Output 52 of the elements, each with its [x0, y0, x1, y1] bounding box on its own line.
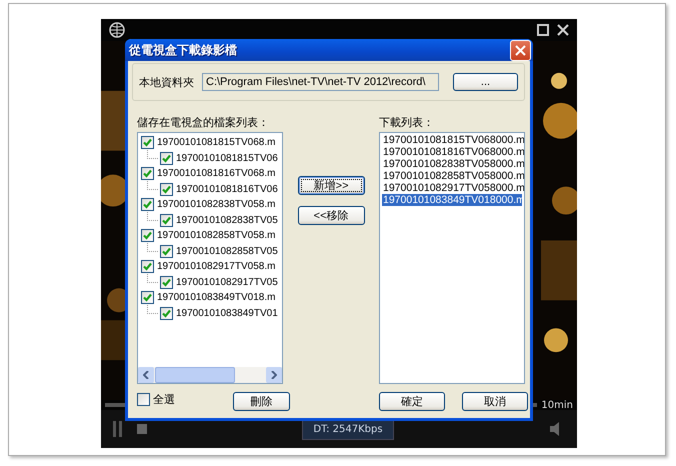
checkbox[interactable] [141, 136, 154, 150]
download-item[interactable]: 19700101082838TV058000.m [382, 158, 522, 170]
folder-label: 本地資料夾 [139, 76, 194, 90]
checkbox[interactable] [160, 182, 173, 196]
file-item: 19700101081815TV068.m [157, 136, 276, 150]
ok-button[interactable]: 確定 [379, 392, 445, 410]
restore-icon[interactable] [537, 24, 549, 36]
checkbox[interactable] [141, 229, 154, 242]
close-icon [515, 44, 526, 56]
checkbox[interactable] [141, 260, 154, 274]
download-list-label: 下載列表： [379, 116, 435, 131]
scroll-right-icon[interactable] [271, 371, 278, 379]
file-item: 19700101081816TV06 [176, 182, 278, 196]
file-item: 19700101082858TV058.m [157, 229, 276, 242]
file-item: 19700101083849TV018.m [157, 291, 276, 304]
download-item[interactable]: 19700101082858TV058000.m [382, 170, 522, 182]
checkbox[interactable] [160, 214, 173, 227]
download-item[interactable]: 19700101081815TV068000.m [382, 134, 522, 146]
file-item: 19700101082917TV058.m [157, 260, 276, 274]
checkbox[interactable] [137, 393, 150, 406]
file-item: 19700101082838TV05 [176, 214, 278, 227]
file-item: 19700101082858TV05 [176, 244, 278, 258]
globe-icon[interactable] [109, 22, 125, 38]
checkbox[interactable] [160, 244, 173, 258]
file-list-label: 儲存在電視盒的檔案列表： [137, 116, 270, 131]
file-item: 19700101082917TV05 [176, 276, 278, 289]
scroll-left-icon[interactable] [143, 371, 149, 379]
checkbox[interactable] [141, 291, 154, 304]
download-item[interactable]: 19700101082917TV058000.m [382, 182, 522, 194]
checkbox[interactable] [141, 167, 154, 180]
add-button[interactable]: 新增>> [298, 176, 365, 195]
cancel-button[interactable]: 取消 [462, 392, 528, 410]
file-item: 19700101082838TV058.m [157, 198, 276, 212]
remove-button[interactable]: <<移除 [298, 206, 365, 225]
checkbox[interactable] [160, 152, 173, 165]
checkbox[interactable] [141, 198, 154, 212]
duration-label: 10min [541, 400, 573, 410]
file-item: 19700101081815TV06 [176, 152, 278, 165]
browse-button[interactable]: ... [453, 73, 518, 91]
window-title: 從電視盒下載錄影檔 [129, 42, 237, 58]
select-all-label: 全選 [153, 392, 175, 407]
file-item: 19700101081816TV068.m [157, 167, 276, 180]
checkbox[interactable] [160, 306, 173, 320]
file-item: 19700101083849TV01 [176, 306, 278, 320]
close-icon[interactable] [557, 24, 569, 36]
folder-path-field[interactable]: C:\Program Files\net-TV\net-TV 2012\record\ [202, 73, 439, 91]
delete-button[interactable]: 刪除 [233, 392, 290, 410]
checkbox[interactable] [160, 276, 173, 289]
pause-icon[interactable] [113, 421, 123, 437]
close-button[interactable] [510, 40, 531, 60]
download-item[interactable]: 19700101081816TV068000.m [382, 146, 522, 158]
horizontal-scrollbar[interactable] [138, 367, 282, 383]
